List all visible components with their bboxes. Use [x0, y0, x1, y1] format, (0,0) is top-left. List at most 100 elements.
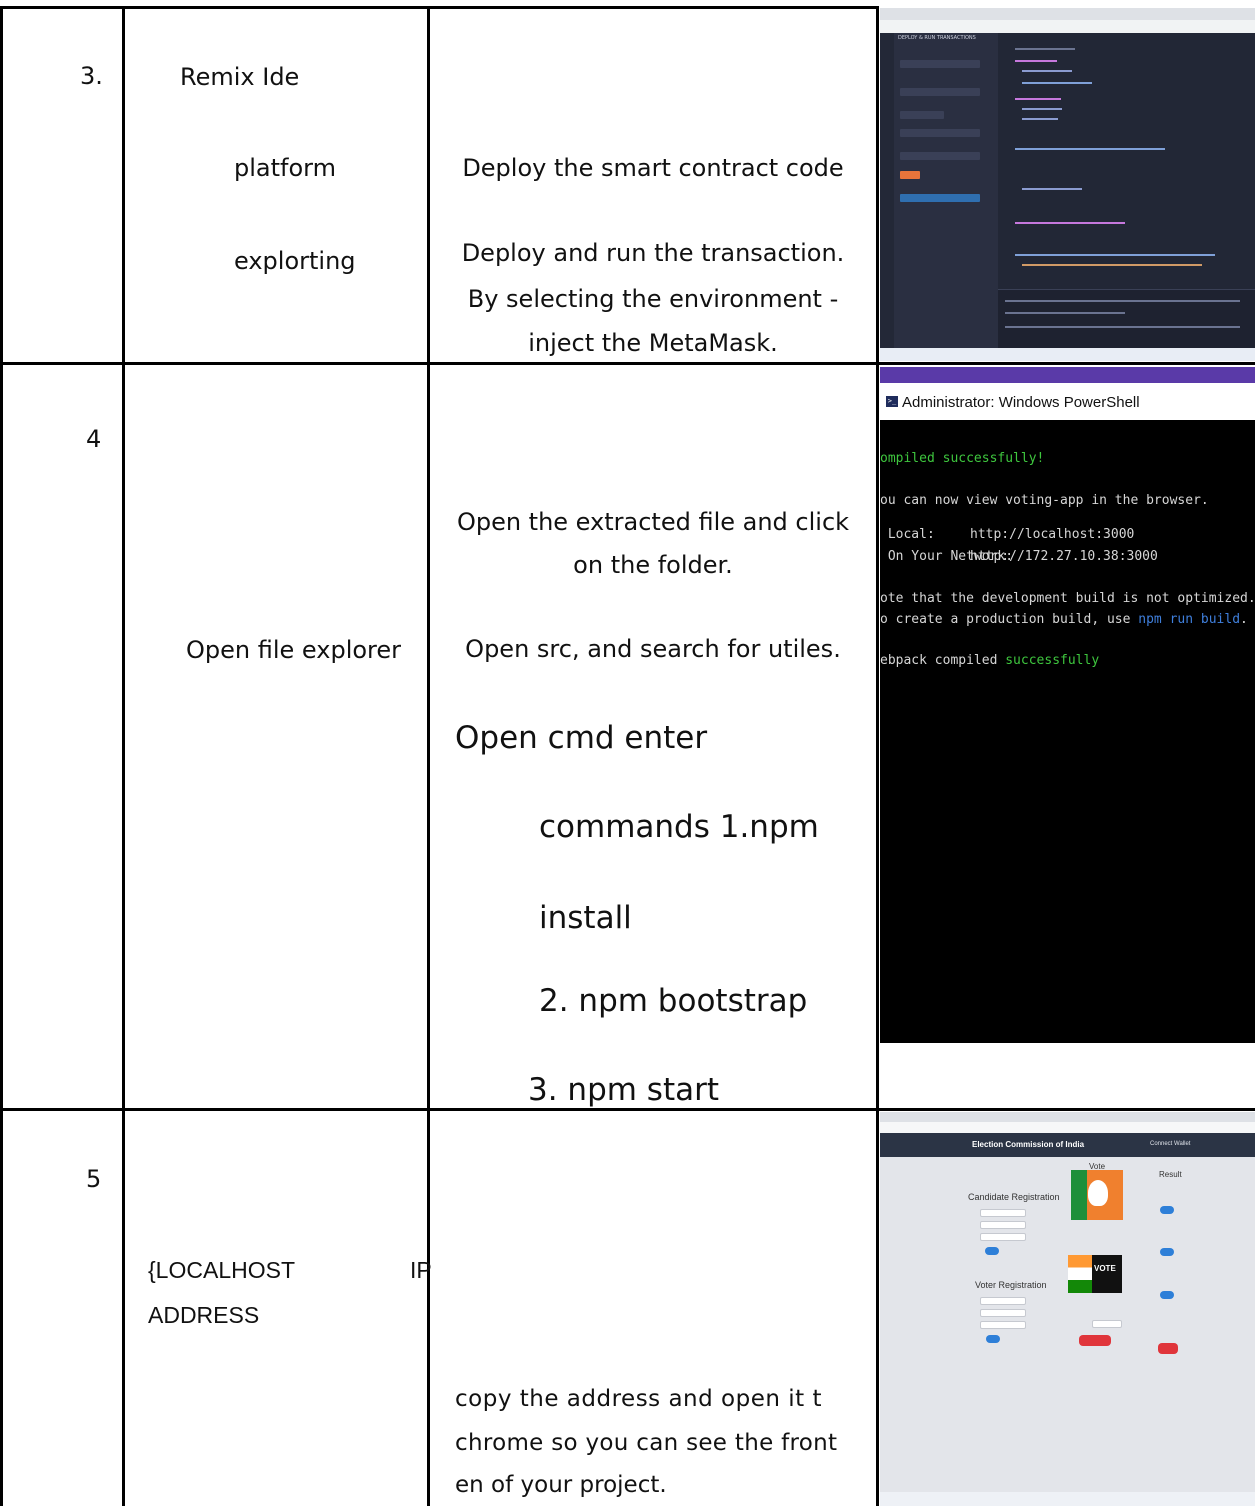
code-line	[1022, 264, 1202, 266]
deploy-run-panel-title: DEPLOY & RUN TRANSACTIONS	[898, 35, 976, 41]
powershell-title: Administrator: Windows PowerShell	[902, 394, 1140, 411]
terminal-build-command: npm run build	[1138, 612, 1241, 627]
code-line	[1022, 82, 1092, 84]
windows-taskbar	[880, 1492, 1255, 1506]
voter-registration-heading: Voter Registration	[975, 1280, 1047, 1290]
dapp-title: Election Commission of India	[972, 1140, 1085, 1149]
row-divider-4-5	[0, 1108, 1255, 1111]
connect-wallet-link: Connect Wallet	[1150, 1141, 1191, 1147]
terminal-webpack-line: ebpack compiled successfully	[880, 653, 1099, 668]
row4-component: Open file explorer	[186, 636, 402, 664]
result-button-3	[1160, 1291, 1174, 1299]
row4-description-line2: on the folder.	[573, 551, 733, 579]
row5-component-line1: {LOCALHOST	[148, 1257, 295, 1283]
row4-command-line5: 3. npm start	[528, 1072, 720, 1108]
row-divider-3-4	[0, 362, 1255, 365]
browser-tab-strip	[880, 8, 1255, 20]
code-line	[1022, 70, 1072, 72]
party-logo-bjp-band	[1071, 1170, 1087, 1220]
lotus-icon	[1088, 1180, 1108, 1206]
deploy-button	[900, 171, 920, 179]
terminal-local-url: http://localhost:3000	[970, 527, 1135, 542]
code-line	[1022, 108, 1062, 110]
candidate-id-select	[980, 1209, 1026, 1217]
code-line	[1015, 60, 1057, 62]
result-button-2	[1160, 1248, 1174, 1256]
row4-command-line4: 2. npm bootstrap	[539, 983, 808, 1019]
at-address-button	[900, 194, 980, 202]
row3-description-line4: inject the MetaMask.	[528, 329, 778, 357]
code-line	[1015, 98, 1061, 100]
terminal-build-prefix: o create a production build, use	[880, 612, 1139, 627]
terminal-line	[1005, 300, 1240, 302]
row3-step-number: 3.	[80, 62, 103, 90]
environment-select	[900, 60, 980, 68]
terminal-line	[1005, 312, 1125, 314]
voter-name-input	[980, 1309, 1026, 1317]
party-logo-congress-band	[1068, 1255, 1092, 1293]
remix-terminal	[998, 289, 1255, 349]
contract-select	[900, 152, 980, 160]
powershell-screenshot: >_ Administrator: Windows PowerShell omp…	[880, 367, 1255, 1043]
terminal-view-line: ou can now view voting-app in the browse…	[880, 493, 1209, 508]
deploy-run-panel	[894, 33, 998, 348]
row3-description-line2: Deploy and run the transaction.	[461, 239, 845, 267]
remix-ide-screenshot: DEPLOY & RUN TRANSACTIONS	[880, 8, 1255, 361]
desktop-strip	[880, 367, 1255, 383]
row4-description-line1: Open the extracted file and click	[456, 508, 850, 536]
code-line	[1015, 148, 1165, 150]
row5-description-line1: copy the address and open it t	[455, 1386, 822, 1412]
row4-command-line3: install	[539, 900, 632, 936]
code-line	[1015, 254, 1215, 256]
value-field	[900, 129, 980, 137]
column-divider-3	[876, 6, 879, 1506]
windows-taskbar	[880, 348, 1255, 361]
code-line	[1022, 118, 1058, 120]
terminal-compiled-line: ompiled successfully!	[880, 451, 1045, 466]
column-divider-left	[0, 6, 3, 1506]
vote-logo-text: VOTE	[1094, 1264, 1116, 1273]
candidate-registration-heading: Candidate Registration	[968, 1192, 1060, 1202]
winner-button	[1158, 1343, 1178, 1354]
row4-step-number: 4	[86, 425, 102, 453]
terminal-build-suffix: .	[1240, 612, 1248, 627]
terminal-network-url: http://172.27.10.38:3000	[970, 549, 1158, 564]
account-select	[900, 88, 980, 96]
row4-command-line2: commands 1.npm	[539, 809, 819, 845]
voter-age-input	[980, 1321, 1026, 1329]
code-line	[1015, 222, 1125, 224]
election-dapp-screenshot: Election Commission of India Connect Wal…	[880, 1112, 1255, 1506]
voter-register-button	[986, 1335, 1000, 1343]
row3-component-line3: explorting	[234, 247, 356, 275]
row5-description-line2: chrome so you can see the front	[455, 1430, 838, 1456]
row3-component-line2: platform	[234, 154, 336, 182]
row4-description-line3: Open src, and search for utiles.	[465, 635, 841, 663]
terminal-line	[1005, 326, 1240, 328]
terminal-webpack-status: successfully	[1005, 653, 1100, 668]
code-editor	[998, 33, 1255, 313]
row3-component-line1: Remix Ide	[180, 63, 300, 91]
code-line	[1022, 188, 1082, 190]
gas-limit-field	[900, 111, 944, 119]
browser-address-bar	[880, 20, 1255, 33]
vote-button	[1079, 1335, 1111, 1346]
row5-component-line3: ADDRESS	[148, 1302, 260, 1328]
row4-command-line1: Open cmd enter	[455, 720, 708, 756]
candidate-register-button	[985, 1247, 999, 1255]
result-button-1	[1160, 1206, 1174, 1214]
row5-component-line2: IP	[410, 1257, 432, 1283]
browser-tab-strip	[880, 1112, 1255, 1122]
row5-description-line3: en of your project.	[455, 1472, 667, 1498]
row3-description-line3: By selecting the environment -	[467, 285, 839, 313]
vote-id-input	[1092, 1320, 1122, 1328]
code-line	[1015, 48, 1075, 50]
voter-id-input	[980, 1297, 1026, 1305]
candidate-age-input	[980, 1233, 1026, 1241]
terminal-webpack-prefix: ebpack compiled	[880, 653, 1006, 668]
table-top-border	[0, 6, 878, 9]
result-heading: Result	[1159, 1170, 1182, 1179]
terminal-local-label: Local:	[880, 527, 935, 542]
terminal-build-line: o create a production build, use npm run…	[880, 612, 1248, 627]
powershell-icon: >_	[886, 396, 898, 407]
row5-step-number: 5	[86, 1165, 102, 1193]
